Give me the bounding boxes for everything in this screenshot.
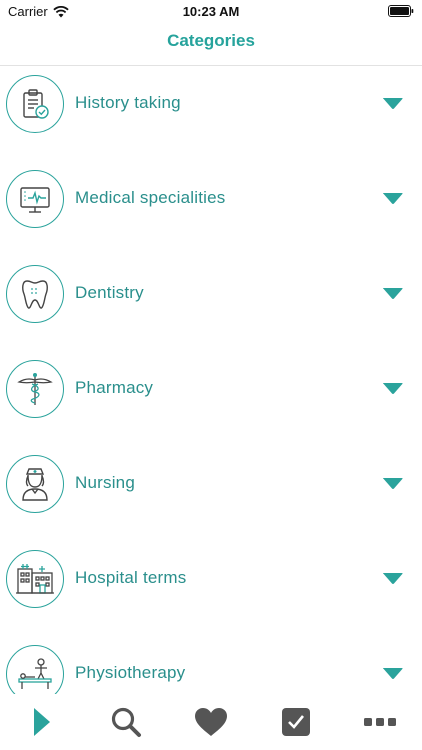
category-label: Medical specialities — [75, 188, 226, 207]
hospital-building-icon — [6, 550, 64, 608]
heart-icon — [195, 708, 227, 736]
category-label: Hospital terms — [75, 568, 187, 587]
chevron-down-icon[interactable] — [383, 478, 403, 490]
category-row-dentistry[interactable]: Dentistry — [0, 256, 422, 351]
physiotherapy-icon — [6, 645, 64, 694]
caduceus-icon — [6, 360, 64, 418]
category-label: History taking — [75, 93, 181, 112]
more-icon — [364, 718, 396, 726]
category-label: Physiotherapy — [75, 663, 186, 682]
chevron-down-icon[interactable] — [383, 573, 403, 585]
tab-search[interactable] — [106, 704, 146, 740]
category-label: Dentistry — [75, 283, 144, 302]
category-row-history-taking[interactable]: History taking — [0, 66, 422, 161]
category-row-hospital-terms[interactable]: Hospital terms — [0, 541, 422, 636]
clipboard-check-icon — [6, 75, 64, 133]
status-time: 10:23 AM — [182, 4, 240, 19]
checkbox-icon — [282, 708, 310, 736]
category-label: Nursing — [75, 473, 135, 492]
category-list[interactable]: History taking Medical specialities Dent… — [0, 66, 422, 694]
category-row-pharmacy[interactable]: Pharmacy — [0, 351, 422, 446]
nurse-icon — [6, 455, 64, 513]
status-bar: Carrier 10:23 AM — [0, 0, 422, 24]
tooth-icon — [6, 265, 64, 323]
category-label: Pharmacy — [75, 378, 154, 397]
chevron-down-icon[interactable] — [383, 383, 403, 395]
tab-bar — [0, 694, 422, 750]
tab-more[interactable] — [360, 704, 400, 740]
chevron-down-icon[interactable] — [383, 98, 403, 110]
search-icon — [111, 707, 141, 737]
tab-play[interactable] — [22, 704, 62, 740]
chevron-down-icon[interactable] — [383, 288, 403, 300]
chevron-down-icon[interactable] — [383, 668, 403, 680]
play-icon — [34, 708, 50, 736]
category-row-nursing[interactable]: Nursing — [0, 446, 422, 541]
page-title: Categories — [167, 31, 255, 50]
tab-tasks[interactable] — [276, 704, 316, 740]
category-row-medical-specialities[interactable]: Medical specialities — [0, 161, 422, 256]
monitor-heartbeat-icon — [6, 170, 64, 228]
tab-favorites[interactable] — [191, 704, 231, 740]
battery-icon — [388, 5, 414, 17]
category-row-physiotherapy[interactable]: Physiotherapy — [0, 636, 422, 694]
chevron-down-icon[interactable] — [383, 193, 403, 205]
